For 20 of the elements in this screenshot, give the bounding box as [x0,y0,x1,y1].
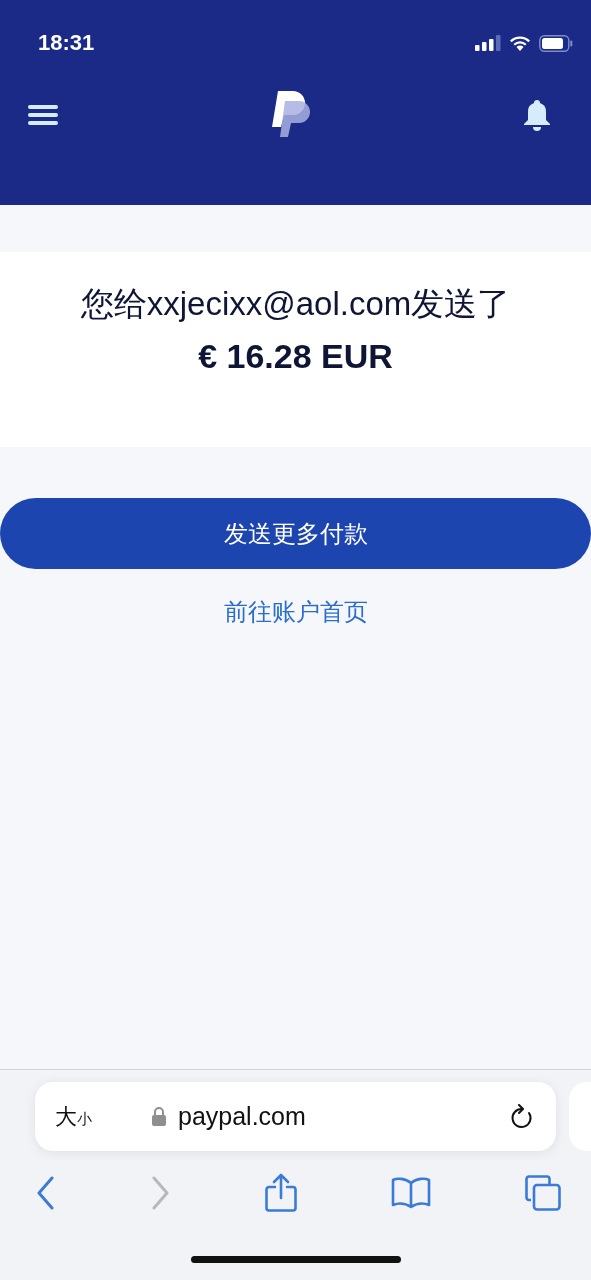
wifi-icon [509,35,531,51]
reload-icon[interactable] [510,1103,534,1130]
share-icon[interactable] [264,1173,297,1213]
url-text: paypal.com [178,1102,306,1131]
signal-icon [475,35,501,51]
menu-icon[interactable] [28,104,58,126]
account-home-link[interactable]: 前往账户首页 [223,596,368,628]
payment-amount: € 16.28 EUR [198,337,393,376]
lock-icon [152,1107,166,1126]
text-size-button[interactable]: 大小 [55,1101,92,1132]
confirmation-message: 您给xxjecixx@aol.com发送了 [80,284,511,324]
tabs-icon[interactable] [525,1175,561,1211]
address-bar[interactable]: 大小 paypal.com [35,1082,556,1151]
status-time: 18:31 [38,30,95,56]
notification-bell-icon[interactable] [523,99,551,131]
send-more-button[interactable]: 发送更多付款 [0,498,591,569]
battery-icon [539,34,573,52]
back-icon[interactable] [36,1176,56,1210]
logo-icon[interactable] [270,91,311,139]
open-book-icon[interactable] [390,1177,431,1209]
